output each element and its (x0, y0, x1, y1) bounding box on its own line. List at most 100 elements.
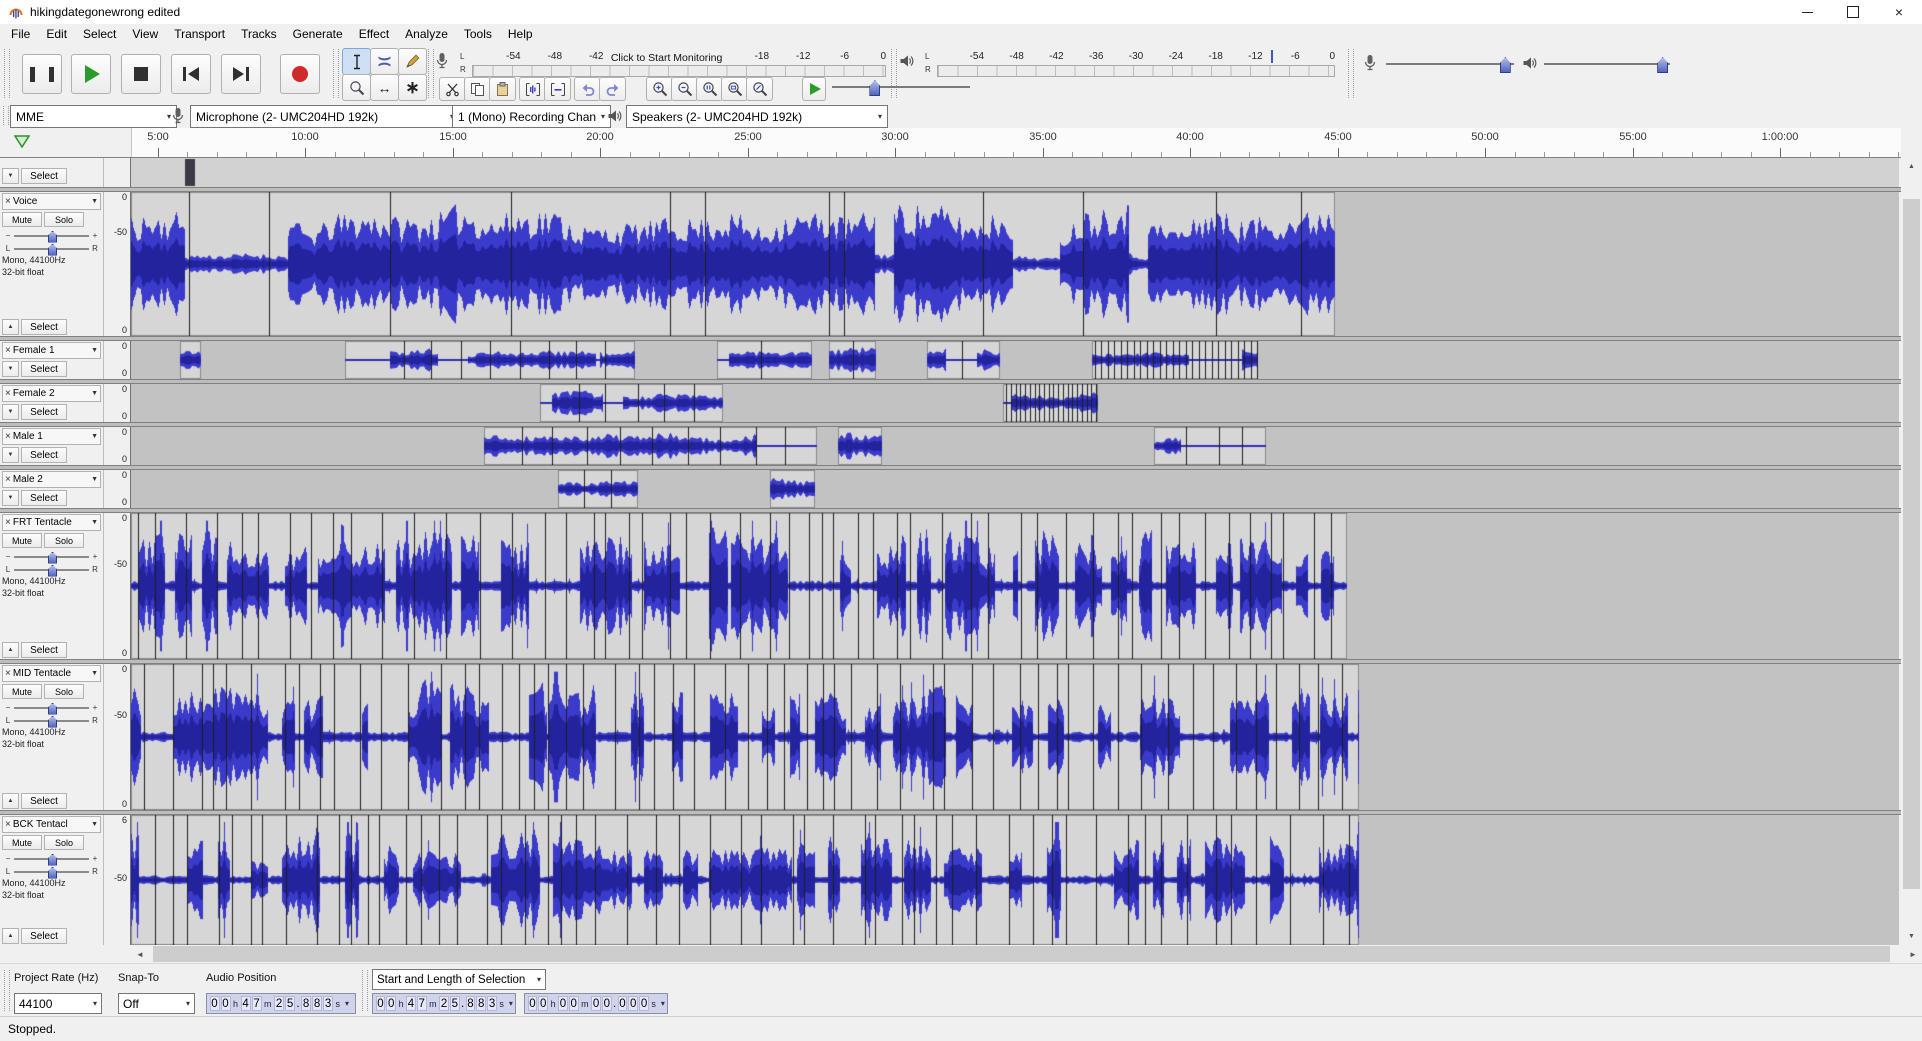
recording-device-select[interactable]: Microphone (2- UMC204HD 192k)▾ (190, 105, 460, 128)
menu-item-help[interactable]: Help (500, 24, 541, 44)
menu-item-select[interactable]: Select (75, 24, 124, 44)
solo-button[interactable]: Solo (44, 533, 84, 548)
track-collapse-icon[interactable]: ▲ (2, 928, 19, 944)
menu-item-file[interactable]: File (3, 24, 38, 44)
time-digit[interactable]: 0 (386, 996, 396, 1011)
track-collapse-icon[interactable]: ▼ (2, 168, 19, 184)
pause-button[interactable] (22, 54, 62, 94)
solo-button[interactable]: Solo (44, 835, 84, 850)
track-name[interactable]: Female 2 (13, 388, 91, 399)
transport-toolbar-grip[interactable] (4, 49, 10, 98)
time-digit[interactable]: . (296, 998, 301, 1010)
track-select-button[interactable]: Select (21, 447, 67, 463)
minimize-button[interactable] (1784, 0, 1830, 24)
h-scroll-track[interactable] (149, 945, 1904, 963)
close-button[interactable]: × (1876, 0, 1922, 24)
gain-slider[interactable]: −+ (4, 229, 99, 242)
pan-slider-thumb[interactable] (48, 716, 57, 728)
skip-to-end-button[interactable] (221, 54, 261, 94)
tools-toolbar-grip[interactable] (333, 49, 339, 98)
track-waveform-male-2[interactable] (131, 470, 1899, 508)
trim-audio-button[interactable] (519, 77, 546, 101)
time-digit[interactable]: . (612, 998, 617, 1010)
track-menu-icon[interactable]: ▼ (91, 347, 98, 354)
time-digit[interactable]: 0 (538, 996, 548, 1011)
track-menu-icon[interactable]: ▼ (91, 198, 98, 205)
track-waveform-female-1[interactable] (131, 341, 1899, 379)
playback-volume-thumb[interactable] (1657, 57, 1668, 73)
time-digit[interactable]: 8 (466, 996, 476, 1011)
gain-slider[interactable]: −+ (4, 550, 99, 563)
time-digit[interactable]: 7 (252, 996, 262, 1011)
track-menu-icon[interactable]: ▼ (91, 433, 98, 440)
track-menu-icon[interactable]: ▼ (91, 821, 98, 828)
h-scroll-thumb[interactable] (153, 946, 1890, 962)
zoom-selection-button[interactable] (696, 77, 723, 101)
time-digit[interactable]: 5 (285, 996, 295, 1011)
time-field-arrow[interactable]: ▾ (506, 999, 513, 1008)
track-close-icon[interactable]: × (5, 518, 11, 528)
menu-item-effect[interactable]: Effect (351, 24, 397, 44)
gain-slider[interactable]: −+ (4, 852, 99, 865)
time-digit[interactable]: 8 (301, 996, 311, 1011)
mute-button[interactable]: Mute (2, 212, 42, 227)
paste-button[interactable] (489, 77, 516, 101)
selection-start-field[interactable]: 00h47m25.883s▾ (372, 993, 516, 1014)
track-collapse-icon[interactable]: ▼ (2, 447, 19, 463)
track-close-icon[interactable]: × (5, 432, 11, 442)
pan-slider[interactable]: LR (4, 563, 99, 576)
time-digit[interactable]: 0 (558, 996, 568, 1011)
time-digit[interactable]: 0 (569, 996, 579, 1011)
track-waveform-mid-tentacle[interactable] (131, 664, 1899, 810)
play-speed-thumb[interactable] (869, 80, 880, 96)
scroll-right-button[interactable]: ► (1904, 945, 1922, 963)
multi-tool-button[interactable]: ∗ (398, 74, 427, 101)
envelope-tool-button[interactable] (370, 48, 399, 75)
time-field-arrow[interactable]: ▾ (658, 999, 665, 1008)
time-digit[interactable]: 0 (591, 996, 601, 1011)
pin-playhead-button[interactable] (14, 135, 30, 148)
timeshift-tool-button[interactable]: ↔ (370, 74, 399, 101)
track-menu-icon[interactable]: ▼ (91, 390, 98, 397)
copy-button[interactable] (464, 77, 491, 101)
time-digit[interactable]: 8 (312, 996, 322, 1011)
selection-toolbar-grip[interactable] (4, 970, 10, 1011)
menu-item-analyze[interactable]: Analyze (397, 24, 456, 44)
menu-item-view[interactable]: View (124, 24, 166, 44)
mute-button[interactable]: Mute (2, 533, 42, 548)
track-name[interactable]: Female 1 (13, 345, 91, 356)
track-waveform-bck-tentacl[interactable] (131, 815, 1899, 945)
draw-tool-button[interactable] (398, 48, 427, 75)
track-close-icon[interactable]: × (5, 475, 11, 485)
audio-host-select[interactable]: MME▾ (10, 105, 177, 128)
time-digit[interactable]: 2 (274, 996, 284, 1011)
track-close-icon[interactable]: × (5, 346, 11, 356)
track-name[interactable]: Male 2 (13, 474, 91, 485)
pan-slider-thumb[interactable] (48, 244, 57, 256)
zoom-in-button[interactable] (646, 77, 673, 101)
recording-volume-thumb[interactable] (1500, 57, 1511, 73)
pan-slider[interactable]: LR (4, 242, 99, 255)
track-menu-icon[interactable]: ▼ (91, 519, 98, 526)
stop-button[interactable] (121, 54, 161, 94)
track-select-button[interactable]: Select (21, 361, 67, 377)
track-waveform-female-2[interactable] (131, 384, 1899, 422)
time-digit[interactable]: 0 (221, 996, 231, 1011)
selection-section-grip[interactable] (362, 970, 368, 1011)
record-button[interactable] (280, 54, 320, 94)
cut-button[interactable] (439, 77, 466, 101)
track-collapse-icon[interactable]: ▲ (2, 319, 19, 335)
track-name[interactable]: MID Tentacle (13, 668, 91, 679)
track-select-button[interactable]: Select (21, 928, 67, 944)
track-menu-icon[interactable]: ▼ (91, 670, 98, 677)
track-name[interactable]: BCK Tentacl (13, 819, 91, 830)
time-digit[interactable]: 3 (487, 996, 497, 1011)
scroll-up-button[interactable]: ▲ (1901, 157, 1922, 175)
track-name[interactable]: Voice (13, 196, 91, 207)
menu-item-tracks[interactable]: Tracks (233, 24, 285, 44)
track-collapse-icon[interactable]: ▼ (2, 404, 19, 420)
menu-item-transport[interactable]: Transport (166, 24, 233, 44)
silence-audio-button[interactable] (544, 77, 571, 101)
scroll-left-button[interactable]: ◄ (131, 945, 149, 963)
time-digit[interactable]: 0 (639, 996, 649, 1011)
